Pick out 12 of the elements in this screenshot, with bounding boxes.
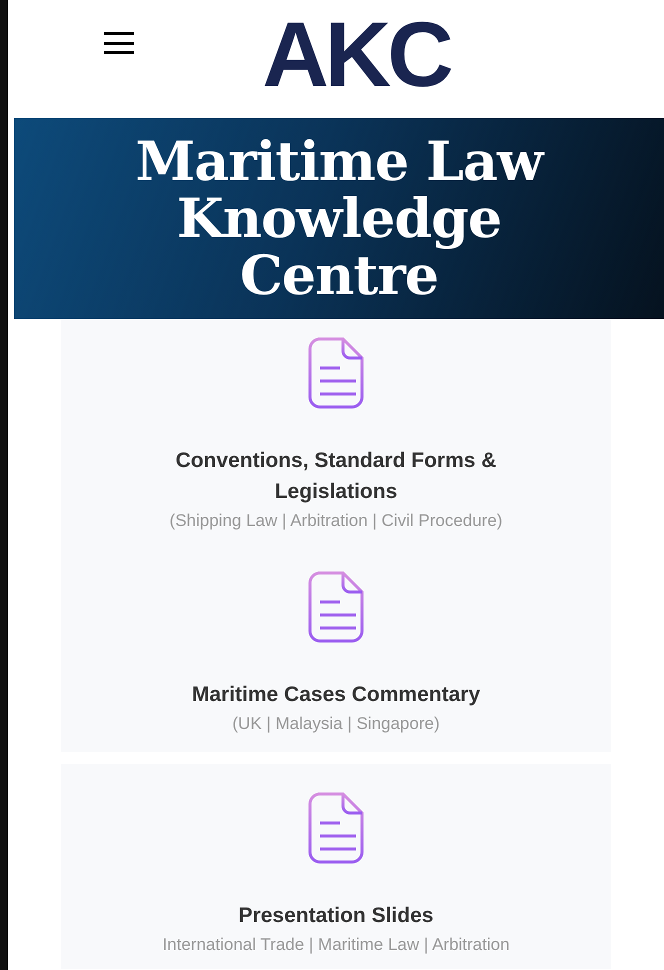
category-subtitle: (UK | Malaysia | Singapore) — [232, 713, 440, 735]
document-icon — [308, 792, 364, 864]
category-title[interactable]: Maritime Cases Commentary — [146, 679, 526, 710]
banner-title: Maritime Law Knowledge Centre — [134, 133, 546, 304]
category-title[interactable]: Conventions, Standard Forms & Legislations — [146, 445, 526, 507]
category-subtitle: (Shipping Law | Arbitration | Civil Procedure) — [170, 510, 502, 532]
logo[interactable]: AKC — [258, 0, 454, 110]
menu-icon[interactable] — [104, 30, 134, 56]
category-subtitle: International Trade | Maritime Law | Arbitration — [162, 934, 510, 956]
document-icon — [308, 337, 364, 409]
document-icon — [308, 571, 364, 643]
category-title[interactable]: Presentation Slides — [146, 900, 526, 931]
